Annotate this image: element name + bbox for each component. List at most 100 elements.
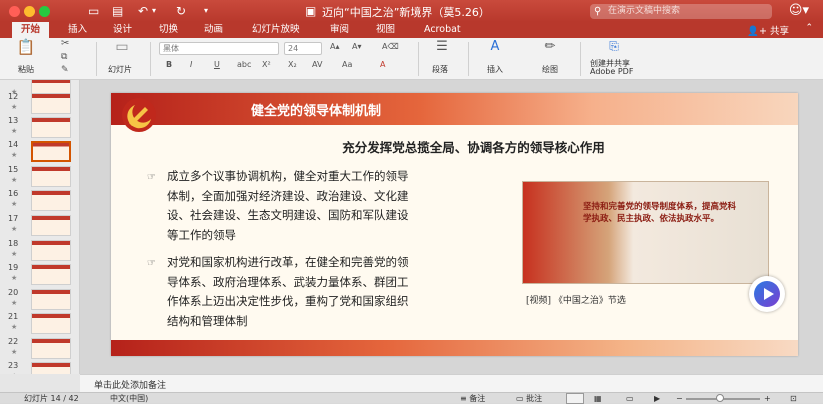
thumbnail-item[interactable]: 21 ★ xyxy=(0,311,79,336)
current-slide[interactable]: 健全党的领导体制机制 充分发挥党总揽全局、协调各方的领导核心作用 ☞ 成立多个议… xyxy=(111,93,798,356)
sidebar-toggle-icon[interactable]: ▭ xyxy=(88,3,99,19)
create-pdf-icon[interactable]: ⎘ xyxy=(602,40,626,56)
zoom-slider-handle[interactable] xyxy=(716,394,724,402)
collapse-ribbon-icon[interactable]: ⌃ xyxy=(805,23,813,33)
document-title: 迈向“中国之治”新境界（莫5.26） xyxy=(322,6,490,19)
undo-icon[interactable]: ↶ xyxy=(138,3,148,19)
star-icon: ★ xyxy=(11,200,18,208)
tab-transitions[interactable]: 切换 xyxy=(159,23,178,37)
share-button[interactable]: 👤+ 共享 xyxy=(747,23,789,37)
thumbnail-image xyxy=(31,289,71,310)
text-line: 体制，全面加强对经济建设、政治建设、文化建 xyxy=(167,188,409,203)
party-emblem-icon xyxy=(122,98,156,132)
subscript-icon[interactable]: X₂ xyxy=(288,59,297,71)
slide-sorter-icon[interactable]: ▦ xyxy=(594,393,602,404)
font-color-icon[interactable]: A xyxy=(380,59,385,71)
ribbon-divider xyxy=(580,42,581,76)
tab-insert[interactable]: 插入 xyxy=(68,23,87,37)
star-icon: ★ xyxy=(11,151,18,159)
comments-toggle[interactable]: ▭ 批注 xyxy=(516,393,542,404)
customize-toolbar-icon[interactable]: ▾ xyxy=(204,3,208,19)
text-line: 成立多个议事协调机构，健全对重大工作的领导 xyxy=(167,169,409,183)
play-video-button[interactable] xyxy=(749,276,785,312)
close-window-button[interactable] xyxy=(9,6,20,17)
cut-icon[interactable]: ✂ xyxy=(61,38,69,50)
thumbnail-number: 13 xyxy=(8,116,19,125)
slide-thumbnails-pane[interactable]: ★ 12 ★ 13 ★ 14 ★ 15 ★ 16 ★ 17 ★ 18 ★ 19 ★ 20 ★ 21… xyxy=(0,80,80,374)
status-bar: 幻灯片 14 / 42 中文(中国) ≡ 备注 ▭ 批注 ▦ ▭ ▶ − + ⊡ xyxy=(0,392,823,404)
increase-font-icon[interactable]: A▴ xyxy=(330,41,340,53)
slide-subtitle[interactable]: 充分发挥党总揽全局、协调各方的领导核心作用 xyxy=(111,137,798,156)
thumbnail-item[interactable]: 17 ★ xyxy=(0,213,79,238)
zoom-window-button[interactable] xyxy=(39,6,50,17)
insert-shape-icon[interactable]: A xyxy=(483,40,507,59)
italic-icon[interactable]: I xyxy=(190,59,192,71)
thumbnail-item[interactable]: 19 ★ xyxy=(0,262,79,287)
thumbnail-item-selected[interactable]: 14 ★ xyxy=(0,139,79,164)
thumbnail-item[interactable]: 13 ★ xyxy=(0,115,79,140)
format-painter-icon[interactable]: ✎ xyxy=(61,64,69,76)
paste-icon[interactable]: 📋 xyxy=(12,40,40,61)
strikethrough-icon[interactable]: abc xyxy=(237,59,251,71)
thumbnail-item[interactable]: 12 ★ xyxy=(0,91,79,116)
undo-dropdown-icon[interactable]: ▾ xyxy=(152,3,156,19)
char-spacing-icon[interactable]: AV xyxy=(312,59,322,71)
paragraph-label: 段落 xyxy=(432,65,448,74)
share-label: 共享 xyxy=(769,26,789,37)
notes-toggle[interactable]: ≡ 备注 xyxy=(460,393,485,404)
minimize-window-button[interactable] xyxy=(24,6,35,17)
thumbnail-item[interactable]: 20 ★ xyxy=(0,287,79,312)
star-icon: ★ xyxy=(11,299,18,307)
superscript-icon[interactable]: X² xyxy=(262,59,271,71)
thumbnail-item[interactable]: 22 ★ xyxy=(0,336,79,361)
change-case-icon[interactable]: Aa xyxy=(342,59,352,71)
fit-to-window-icon[interactable]: ⊡ xyxy=(790,393,797,404)
slide-title[interactable]: 健全党的领导体制机制 xyxy=(251,100,381,119)
clear-format-icon[interactable]: A⌫ xyxy=(382,41,399,53)
thumbnail-number: 12 xyxy=(8,92,19,101)
thumbnail-item[interactable]: 15 ★ xyxy=(0,164,79,189)
tab-design[interactable]: 设计 xyxy=(113,23,132,37)
save-icon[interactable]: ▤ xyxy=(112,3,123,19)
reading-view-icon[interactable]: ▭ xyxy=(626,393,634,404)
tab-view[interactable]: 视图 xyxy=(376,23,395,37)
bullet-paragraph-1[interactable]: 成立多个议事协调机构，健全对重大工作的领导 体制，全面加强对经济建设、政治建设、… xyxy=(167,167,409,245)
slideshow-view-icon[interactable]: ▶ xyxy=(654,393,660,404)
zoom-out-icon[interactable]: − xyxy=(676,393,683,404)
slide-canvas[interactable]: 健全党的领导体制机制 充分发挥党总揽全局、协调各方的领导核心作用 ☞ 成立多个议… xyxy=(80,80,823,374)
create-pdf-label-2[interactable]: Adobe PDF xyxy=(590,67,633,76)
feedback-smiley-icon[interactable]: ☺▾ xyxy=(789,3,809,18)
underline-icon[interactable]: U xyxy=(214,59,220,71)
new-slide-icon[interactable]: ▭ xyxy=(108,40,136,61)
video-frame[interactable]: 坚持和完善党的领导制度体系，提高党科学执政、民主执政、依法执政水平。 xyxy=(522,181,769,284)
tab-slideshow[interactable]: 幻灯片放映 xyxy=(252,23,300,37)
star-icon: ★ xyxy=(11,372,17,374)
bullet-hand-icon: ☞ xyxy=(147,172,156,183)
zoom-in-icon[interactable]: + xyxy=(764,393,771,404)
copy-icon[interactable]: ⧉ xyxy=(61,51,67,63)
notes-pane[interactable]: 单击此处添加备注 xyxy=(80,374,823,392)
tab-review[interactable]: 审阅 xyxy=(330,23,349,37)
bold-icon[interactable]: B xyxy=(166,59,172,71)
insert-label: 插入 xyxy=(487,65,503,74)
font-size-select[interactable]: 24 xyxy=(284,42,322,55)
thumbnail-item[interactable]: 23 ★ xyxy=(0,360,79,374)
search-input[interactable]: ⚲ 在演示文稿中搜索 xyxy=(590,4,772,19)
font-name-select[interactable]: 黑体 xyxy=(159,42,279,55)
language-indicator[interactable]: 中文(中国) xyxy=(110,393,148,404)
notes-icon: ≡ xyxy=(460,394,470,403)
tab-animations[interactable]: 动画 xyxy=(204,23,223,37)
paragraph-icon[interactable]: ☰ xyxy=(430,40,454,59)
draw-icon[interactable]: ✏ xyxy=(538,40,562,59)
notes-placeholder[interactable]: 单击此处添加备注 xyxy=(94,378,166,391)
title-bar: ▭ ▤ ↶ ▾ ↻ ▾ ▣ 迈向“中国之治”新境界（莫5.26） ⚲ 在演示文稿… xyxy=(0,0,823,22)
tab-home[interactable]: 开始 xyxy=(12,22,50,38)
thumbnail-item[interactable]: 18 ★ xyxy=(0,238,79,263)
bullet-paragraph-2[interactable]: 对党和国家机构进行改革，在健全和完善党的领 导体系、政府治理体系、武装力量体系、… xyxy=(167,253,409,331)
decrease-font-icon[interactable]: A▾ xyxy=(352,41,362,53)
thumbnail-item[interactable]: 16 ★ xyxy=(0,188,79,213)
redo-icon[interactable]: ↻ xyxy=(176,3,186,19)
normal-view-icon[interactable] xyxy=(566,393,584,404)
video-caption[interactable]: [视频] 《中国之治》节选 xyxy=(526,293,626,306)
tab-acrobat[interactable]: Acrobat xyxy=(424,23,461,37)
